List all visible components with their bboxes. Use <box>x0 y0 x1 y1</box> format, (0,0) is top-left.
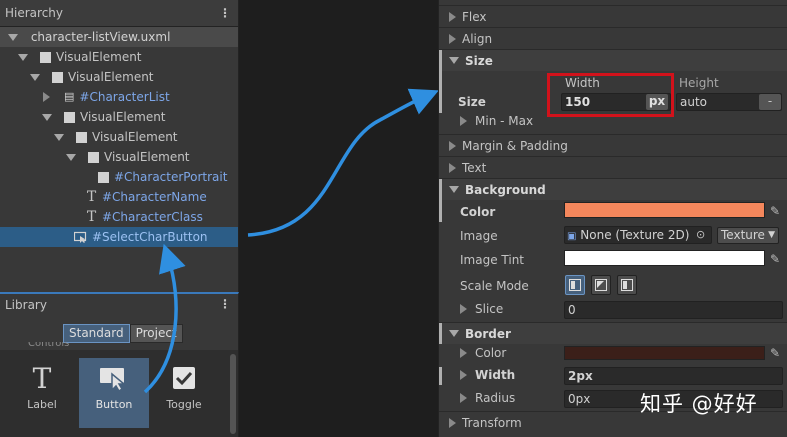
scale-mode-crop-button[interactable] <box>591 275 611 295</box>
collapsed-arrow-icon[interactable] <box>460 370 467 380</box>
eyedropper-icon[interactable]: ✎ <box>768 204 782 218</box>
slice-foldout[interactable]: Slice <box>460 302 503 316</box>
stretch-icon <box>569 279 581 291</box>
crop-icon <box>595 279 607 291</box>
slice-input[interactable]: 0 <box>564 301 783 319</box>
section-align[interactable]: Align <box>439 27 787 49</box>
expand-arrow-icon[interactable] <box>449 330 459 337</box>
height-unit-button[interactable]: - <box>759 94 781 110</box>
bg-color-swatch[interactable] <box>564 202 765 218</box>
section-label: Transform <box>462 415 522 430</box>
border-color-foldout[interactable]: Color <box>460 346 506 360</box>
object-picker-icon[interactable]: ⊙ <box>696 228 705 241</box>
bg-color-leftbar <box>439 200 442 222</box>
section-label: Flex <box>462 9 487 24</box>
inspector-panel: Flex Align Size Width Height Size 150 px… <box>438 0 787 437</box>
collapsed-arrow-icon[interactable] <box>460 348 467 358</box>
section-label: Margin & Padding <box>462 138 568 153</box>
bg-image-type-dropdown[interactable]: Texture ▼ <box>717 227 779 244</box>
section-label: Border <box>465 326 511 341</box>
scale-mode-label: Scale Mode <box>460 279 529 293</box>
collapsed-arrow-icon[interactable] <box>449 33 456 44</box>
section-label: Text <box>462 160 487 175</box>
chevron-down-icon: ▼ <box>768 230 775 240</box>
border-width-label: Width <box>475 368 516 382</box>
section-border[interactable]: Border <box>439 322 787 344</box>
watermark: 知乎 @好好 <box>640 392 758 416</box>
collapsed-arrow-icon[interactable] <box>449 417 456 428</box>
border-color-label: Color <box>475 346 507 360</box>
bg-color-label: Color <box>460 205 496 219</box>
section-label: Background <box>465 182 546 197</box>
section-background[interactable]: Background <box>439 178 787 200</box>
bg-image-label: Image <box>460 229 498 243</box>
arrow-to-inspector <box>247 88 439 237</box>
width-highlight-box <box>547 73 674 117</box>
section-label: Align <box>462 31 493 46</box>
collapsed-arrow-icon[interactable] <box>449 162 456 173</box>
section-label: Size <box>465 53 493 68</box>
collapsed-arrow-icon[interactable] <box>460 116 467 126</box>
border-width-foldout[interactable]: Width <box>460 368 515 382</box>
scale-mode-fit-button[interactable] <box>617 275 637 295</box>
border-color-swatch[interactable] <box>564 346 765 360</box>
eyedropper-icon[interactable]: ✎ <box>768 252 782 266</box>
bg-image-field[interactable]: ▣ None (Texture 2D) <box>564 226 712 244</box>
border-radius-label: Radius <box>475 391 516 405</box>
bg-tint-label: Image Tint <box>460 253 525 267</box>
border-width-leftbar <box>439 367 442 385</box>
arrow-from-button <box>143 243 186 394</box>
collapsed-arrow-icon[interactable] <box>460 304 467 314</box>
expand-arrow-icon[interactable] <box>449 57 459 64</box>
border-radius-foldout[interactable]: Radius <box>460 391 515 405</box>
texture-icon: ▣ <box>567 231 577 242</box>
bg-image-type-value: Texture <box>721 228 765 242</box>
border-width-input[interactable]: 2px <box>564 367 783 385</box>
minmax-label: Min - Max <box>475 114 534 128</box>
size-leftbar <box>439 71 442 113</box>
bg-tint-swatch[interactable] <box>564 250 765 266</box>
section-flex[interactable]: Flex <box>439 5 787 27</box>
section-size[interactable]: Size <box>439 49 787 71</box>
minmax-foldout[interactable]: Min - Max <box>460 114 533 128</box>
scale-mode-stretch-button[interactable] <box>565 275 585 295</box>
bg-image-value: None (Texture 2D) <box>580 228 690 242</box>
size-label: Size <box>458 95 486 109</box>
section-text[interactable]: Text <box>439 156 787 178</box>
collapsed-arrow-icon[interactable] <box>460 393 467 403</box>
slice-label: Slice <box>475 302 504 316</box>
collapsed-arrow-icon[interactable] <box>449 11 456 22</box>
collapsed-arrow-icon[interactable] <box>449 140 456 151</box>
height-header: Height <box>679 76 719 90</box>
section-margin-padding[interactable]: Margin & Padding <box>439 134 787 156</box>
eyedropper-icon[interactable]: ✎ <box>768 346 782 360</box>
expand-arrow-icon[interactable] <box>449 186 459 193</box>
fit-icon <box>621 279 633 291</box>
